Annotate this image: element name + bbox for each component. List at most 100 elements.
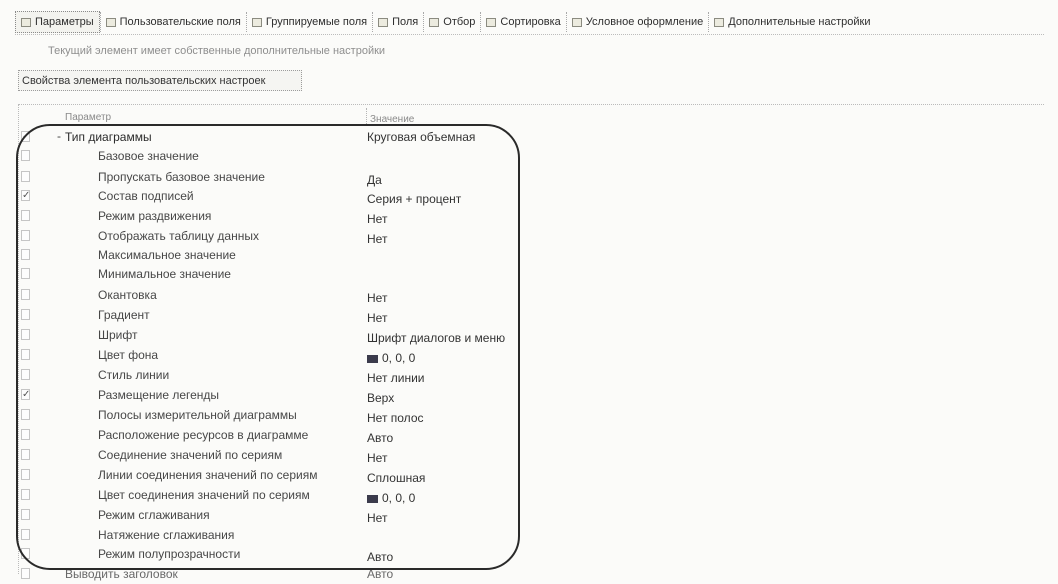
grid-row[interactable]: ✓ - Тип диаграммы Круговая объемная	[18, 128, 538, 147]
grid-row[interactable]: Полосы измерительной диаграммы Нет полос	[18, 406, 538, 425]
parameter-name: Натяжение сглаживания	[98, 528, 235, 542]
grid-row[interactable]: Цвет фона 0, 0, 0	[18, 346, 538, 365]
tab-filter[interactable]: Отбор	[423, 12, 480, 32]
parameter-name: Базовое значение	[98, 149, 199, 163]
info-text: Текущий элемент имеет собственные дополн…	[48, 45, 386, 57]
parameter-value[interactable]: Авто	[367, 431, 393, 445]
grid-row[interactable]: Пропускать базовое значение Да	[18, 168, 538, 187]
checkbox[interactable]	[21, 289, 30, 300]
checkbox[interactable]	[21, 568, 30, 579]
grid-row[interactable]: Режим сглаживания Нет	[18, 506, 538, 525]
column-header-value[interactable]: Значение	[370, 114, 414, 125]
parameter-value[interactable]: 0, 0, 0	[367, 491, 415, 505]
grid-row[interactable]: ✓ Размещение легенды Верх	[18, 386, 538, 405]
checkbox[interactable]	[21, 489, 30, 500]
checkbox[interactable]	[21, 150, 30, 161]
checkbox[interactable]	[21, 268, 30, 279]
parameter-value[interactable]: Нет	[367, 451, 387, 465]
grid-top-border	[18, 104, 1044, 105]
parameter-name: Состав подписей	[98, 189, 194, 203]
grid-row[interactable]: Режим полупрозрачности Авто	[18, 545, 538, 564]
parameter-value[interactable]: Нет	[367, 291, 387, 305]
checkbox[interactable]	[21, 230, 30, 241]
tab-sort[interactable]: Сортировка	[480, 12, 565, 32]
filter-tab-icon	[429, 17, 440, 27]
grid-row[interactable]: Соединение значений по сериям Нет	[18, 446, 538, 465]
grid-row[interactable]: Шрифт Шрифт диалогов и меню	[18, 326, 538, 345]
parameter-value[interactable]: Нет линии	[367, 371, 425, 385]
parameter-value[interactable]: Нет	[367, 212, 387, 226]
parameter-value[interactable]: Круговая объемная	[367, 130, 475, 144]
column-header-parameter[interactable]: Параметр	[65, 112, 111, 123]
parameter-name: Расположение ресурсов в диаграмме	[98, 428, 309, 442]
grid-row[interactable]: Отображать таблицу данных Нет	[18, 227, 538, 246]
checkbox[interactable]	[21, 249, 30, 260]
parameter-value[interactable]: 0, 0, 0	[367, 351, 415, 365]
checkbox[interactable]	[21, 409, 30, 420]
grid-row[interactable]: Окантовка Нет	[18, 286, 538, 305]
parameter-value[interactable]: Сплошная	[367, 471, 425, 485]
checkbox[interactable]	[21, 349, 30, 360]
fields-tab-icon	[378, 17, 389, 27]
tab-parameters[interactable]: Параметры	[15, 11, 100, 33]
parameter-name: Линии соединения значений по сериям	[98, 468, 318, 482]
checkbox[interactable]	[21, 309, 30, 320]
parameter-value[interactable]: Нет полос	[367, 411, 424, 425]
grid-row[interactable]: Цвет соединения значений по сериям 0, 0, …	[18, 486, 538, 505]
parameter-value-text: Нет	[367, 212, 388, 226]
custom-fields-tab-icon	[105, 17, 116, 27]
checkbox[interactable]	[21, 449, 30, 460]
tab-additional-settings[interactable]: Дополнительные настройки	[708, 12, 875, 32]
grid-row[interactable]: Максимальное значение	[18, 246, 538, 265]
parameter-value[interactable]: Шрифт диалогов и меню	[367, 331, 505, 345]
grouping-fields-tab-icon	[251, 17, 262, 27]
tab-fields[interactable]: Поля	[372, 12, 423, 32]
element-properties-button[interactable]: Свойства элемента пользовательских настр…	[18, 70, 302, 91]
checkbox[interactable]	[21, 548, 30, 559]
grid-row[interactable]: Базовое значение	[18, 147, 538, 166]
checkbox[interactable]	[21, 171, 30, 182]
parameter-value-text: 0, 0, 0	[382, 351, 416, 365]
grid-row[interactable]: Выводить заголовок Авто	[18, 565, 538, 584]
parameter-value-text: Сплошная	[367, 471, 426, 485]
parameter-value[interactable]: Серия + процент	[367, 192, 461, 206]
parameter-value[interactable]: Да	[367, 173, 382, 187]
tab-custom-fields[interactable]: Пользовательские поля	[99, 12, 246, 32]
parameter-value-text: Нет	[367, 311, 388, 325]
grid-row[interactable]: Градиент Нет	[18, 306, 538, 325]
checkbox-checked[interactable]: ✓	[21, 389, 30, 400]
additional-settings-tab-icon	[714, 17, 725, 27]
checkbox[interactable]	[21, 429, 30, 440]
parameter-name: Окантовка	[98, 288, 157, 302]
parameter-value-text: Нет	[367, 511, 388, 525]
parameter-value[interactable]: Авто	[367, 567, 393, 581]
parameter-value-text: Нет линии	[367, 371, 425, 385]
parameter-name: Пропускать базовое значение	[98, 170, 265, 184]
parameter-name: Цвет соединения значений по сериям	[98, 488, 310, 502]
column-divider[interactable]	[366, 108, 367, 124]
parameter-value[interactable]: Авто	[367, 550, 393, 564]
parameter-value[interactable]: Нет	[367, 511, 387, 525]
checkbox[interactable]	[21, 469, 30, 480]
checkbox-checked[interactable]: ✓	[21, 131, 30, 142]
checkbox[interactable]	[21, 369, 30, 380]
checkbox[interactable]	[21, 329, 30, 340]
checkbox[interactable]	[21, 529, 30, 540]
grid-row[interactable]: ✓ Состав подписей Серия + процент	[18, 187, 538, 206]
grid-row[interactable]: Расположение ресурсов в диаграмме Авто	[18, 426, 538, 445]
tab-grouping-fields[interactable]: Группируемые поля	[245, 12, 372, 32]
grid-row[interactable]: Режим раздвижения Нет	[18, 207, 538, 226]
parameter-value[interactable]: Верх	[367, 391, 394, 405]
grid-row[interactable]: Стиль линии Нет линии	[18, 366, 538, 385]
grid-row[interactable]: Минимальное значение	[18, 265, 538, 284]
parameter-value[interactable]: Нет	[367, 232, 387, 246]
tab-conditional-appearance[interactable]: Условное оформление	[565, 12, 708, 32]
grid-row[interactable]: Натяжение сглаживания	[18, 526, 538, 545]
checkbox-checked[interactable]: ✓	[21, 190, 30, 201]
collapse-icon[interactable]: -	[57, 129, 61, 143]
parameter-name: Соединение значений по сериям	[98, 448, 283, 462]
grid-row[interactable]: Линии соединения значений по сериям Сплош…	[18, 466, 538, 485]
parameter-value[interactable]: Нет	[367, 311, 387, 325]
checkbox[interactable]	[21, 509, 30, 520]
checkbox[interactable]	[21, 210, 30, 221]
